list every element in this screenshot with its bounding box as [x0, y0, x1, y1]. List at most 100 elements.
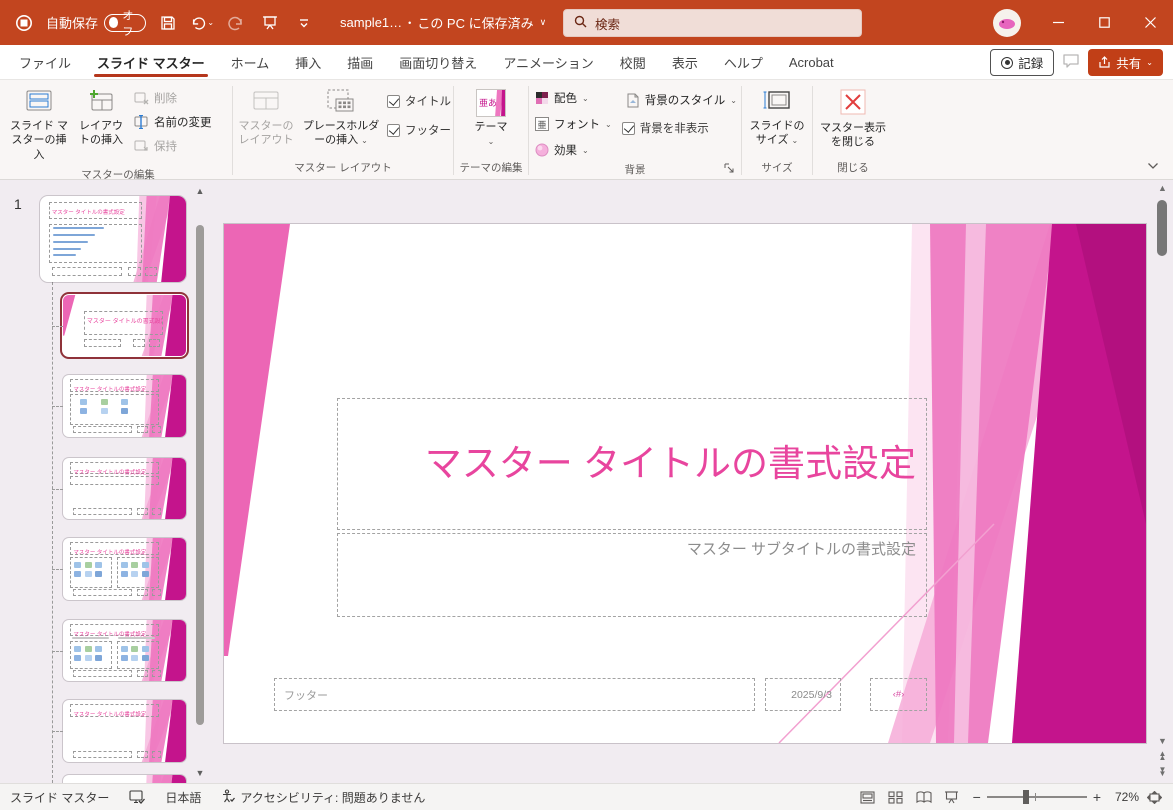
- insert-layout-button[interactable]: レイアウトの挿入: [72, 85, 130, 152]
- canvas-scroll-down-icon[interactable]: ▼: [1152, 736, 1173, 746]
- account-avatar[interactable]: [993, 9, 1021, 37]
- rename-button[interactable]: 名前の変更: [130, 111, 216, 133]
- tab-8[interactable]: 表示: [659, 45, 711, 79]
- slide-thumbnail-title[interactable]: マスター タイトルの書式設定: [63, 295, 186, 356]
- record-label: 記録: [1018, 53, 1043, 72]
- slide-thumbnail-section[interactable]: マスター タイトルの書式設定: [63, 458, 186, 519]
- autosave-toggle[interactable]: オフ: [104, 14, 146, 32]
- close-master-view-button[interactable]: マスター表示を閉じる: [817, 85, 889, 154]
- canvas-scrollbar[interactable]: ▲ ▼ ▲▲ ▼▼: [1152, 180, 1173, 783]
- fit-to-window-icon[interactable]: [1141, 786, 1167, 808]
- record-button[interactable]: 記録: [990, 49, 1054, 76]
- background-styles-button[interactable]: 背景のスタイル⌄: [622, 89, 741, 111]
- slide-size-icon: [762, 89, 792, 116]
- tab-file[interactable]: ファイル: [6, 45, 84, 79]
- zoom-level[interactable]: 72%: [1103, 790, 1139, 804]
- search-input[interactable]: 検索: [563, 9, 862, 37]
- hide-background-checkbox[interactable]: 背景を非表示: [622, 120, 741, 136]
- slide-thumbnail-title-only[interactable]: マスター タイトルの書式設定: [63, 700, 186, 762]
- display-settings-icon[interactable]: [119, 790, 155, 804]
- title-chevron-icon[interactable]: ∨: [540, 17, 547, 28]
- colors-label: 配色: [554, 90, 577, 106]
- delete-button[interactable]: 削除: [130, 87, 216, 109]
- save-icon[interactable]: [156, 11, 180, 35]
- next-slide-icon[interactable]: ▼▼: [1152, 768, 1173, 777]
- redo-icon[interactable]: [224, 11, 248, 35]
- insert-slide-master-button[interactable]: スライド マスターの挿入: [6, 85, 72, 166]
- layout-connector-tick: [52, 651, 63, 652]
- insert-placeholder-button[interactable]: プレースホルダーの挿入 ⌄: [297, 85, 385, 152]
- ribbon-separator: [232, 86, 233, 175]
- tab-1[interactable]: スライド マスター: [84, 45, 218, 79]
- powerpoint-window: 自動保存 オフ ⌄ sample: [0, 0, 1173, 810]
- slide-thumbnail-master[interactable]: マスター タイトルの書式設定: [40, 196, 186, 282]
- accessibility-icon: [221, 789, 235, 806]
- zoom-slider[interactable]: [987, 796, 1087, 798]
- thumbnail-scrollbar-thumb[interactable]: [196, 225, 204, 725]
- master-layout-button[interactable]: マスターのレイアウト: [235, 85, 297, 152]
- title-placeholder[interactable]: マスター タイトルの書式設定: [337, 398, 927, 530]
- tab-7[interactable]: 校閲: [607, 45, 659, 79]
- slideshow-view-icon[interactable]: [939, 786, 965, 808]
- reading-view-icon[interactable]: [911, 786, 937, 808]
- language-label: 日本語: [165, 789, 201, 806]
- tab-2[interactable]: ホーム: [218, 45, 283, 79]
- slide-thumbnail-content[interactable]: マスター タイトルの書式設定: [63, 375, 186, 437]
- slide-master-layout[interactable]: マスター タイトルの書式設定 マスター サブタイトルの書式設定 フッター 202…: [224, 224, 1146, 743]
- normal-view-icon[interactable]: [855, 786, 881, 808]
- title-checkbox-label: タイトル: [405, 93, 451, 109]
- tab-6[interactable]: アニメーション: [490, 45, 606, 79]
- minimize-button[interactable]: [1035, 0, 1081, 45]
- ribbon-separator: [528, 86, 529, 175]
- thumbnail-scroll-up-icon[interactable]: ▲: [195, 186, 205, 196]
- powerpoint-logo-icon[interactable]: [12, 11, 36, 35]
- tab-4[interactable]: 描画: [334, 45, 386, 79]
- effects-button[interactable]: 効果⌄: [531, 139, 616, 161]
- tab-3[interactable]: 挿入: [282, 45, 334, 79]
- comments-icon[interactable]: [1062, 53, 1080, 72]
- preserve-button[interactable]: 保持: [130, 135, 216, 157]
- save-status[interactable]: この PC に保存済み: [417, 13, 533, 32]
- qat-overflow-icon[interactable]: [292, 11, 316, 35]
- slide-thumbnail-two-content[interactable]: マスター タイトルの書式設定: [63, 538, 186, 600]
- zoom-slider-thumb[interactable]: [1023, 790, 1029, 804]
- collapse-ribbon-icon[interactable]: [1147, 159, 1159, 173]
- thumbnail-scrollbar[interactable]: ▲ ▼: [193, 180, 207, 783]
- previous-slide-icon[interactable]: ▲▲: [1152, 752, 1173, 761]
- thumbnail-scroll-down-icon[interactable]: ▼: [195, 768, 205, 778]
- slide-sorter-view-icon[interactable]: [883, 786, 909, 808]
- footer-checkbox[interactable]: フッター: [387, 122, 451, 138]
- fonts-button[interactable]: 亜 フォント⌄: [531, 113, 616, 135]
- tab-10[interactable]: Acrobat: [776, 45, 847, 79]
- maximize-button[interactable]: [1081, 0, 1127, 45]
- colors-button[interactable]: 配色⌄: [531, 87, 616, 109]
- language-indicator[interactable]: 日本語: [155, 789, 211, 806]
- background-dialog-launcher-icon[interactable]: [723, 162, 737, 176]
- slide-thumbnail-comparison[interactable]: マスター タイトルの書式設定: [63, 620, 186, 681]
- ribbon: スライド マスターの挿入 レイアウトの挿入 削除 名前の変更: [0, 80, 1173, 180]
- footer-placeholder[interactable]: フッター: [274, 678, 755, 711]
- accessibility-status[interactable]: アクセシビリティ: 問題ありません: [211, 789, 435, 806]
- tab-5[interactable]: 画面切り替え: [386, 45, 490, 79]
- themes-button[interactable]: 亜あ テーマ⌄: [463, 85, 519, 153]
- slide-thumbnail-partial[interactable]: [63, 775, 186, 783]
- close-button[interactable]: [1127, 0, 1173, 45]
- title-separator: •: [408, 18, 411, 28]
- slideshow-icon[interactable]: [258, 11, 282, 35]
- document-title[interactable]: sample1…: [340, 15, 402, 30]
- zoom-in-icon[interactable]: +: [1093, 789, 1101, 805]
- title-checkbox[interactable]: タイトル: [387, 93, 451, 109]
- canvas-scrollbar-thumb[interactable]: [1157, 200, 1167, 256]
- share-button[interactable]: 共有 ⌄: [1088, 49, 1163, 76]
- tab-9[interactable]: ヘルプ: [711, 45, 776, 79]
- undo-icon[interactable]: ⌄: [190, 11, 214, 35]
- zoom-out-icon[interactable]: −: [973, 789, 981, 805]
- canvas-scroll-up-icon[interactable]: ▲: [1152, 183, 1173, 193]
- date-placeholder[interactable]: 2025/9/3: [765, 678, 841, 711]
- zoom-slider-tick: [1035, 793, 1036, 801]
- ribbon-group-size: スライドのサイズ ⌄ サイズ: [744, 82, 810, 179]
- slide-number-placeholder[interactable]: ‹#›: [870, 678, 927, 711]
- subtitle-placeholder[interactable]: マスター サブタイトルの書式設定: [337, 533, 927, 617]
- view-indicator[interactable]: スライド マスター: [0, 789, 119, 806]
- slide-size-button[interactable]: スライドのサイズ ⌄: [746, 85, 808, 152]
